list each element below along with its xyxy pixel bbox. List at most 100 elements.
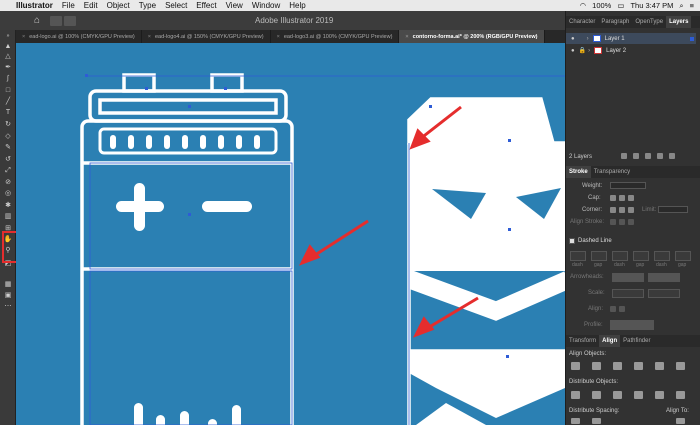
locate-object-icon[interactable] — [621, 153, 627, 159]
dash-field[interactable] — [654, 251, 670, 261]
horizontal-align-center-icon[interactable] — [592, 362, 601, 370]
new-layer-icon[interactable] — [657, 153, 663, 159]
dashed-line-checkbox[interactable] — [569, 238, 575, 244]
battery-slot[interactable] — [110, 135, 116, 149]
distribute-hspace-icon[interactable] — [592, 418, 601, 424]
drawing-mode-icon[interactable]: ▦ — [3, 280, 13, 289]
workspace-switcher[interactable] — [50, 15, 77, 26]
round-join-icon[interactable] — [619, 207, 625, 213]
vertical-align-bottom-icon[interactable] — [676, 362, 685, 370]
anchor-point[interactable] — [429, 105, 432, 108]
battery-slot[interactable] — [254, 135, 260, 149]
tab-opentype[interactable]: OpenType — [632, 16, 666, 28]
anchor-point[interactable] — [85, 74, 88, 77]
touch-type-icon[interactable]: ↻ — [3, 120, 13, 129]
menu-window[interactable]: Window — [252, 1, 280, 10]
menu-effect[interactable]: Effect — [196, 1, 216, 10]
align-stroke-center-icon[interactable] — [610, 219, 616, 225]
close-icon[interactable]: × — [277, 34, 280, 40]
plus-sign-vertical[interactable] — [134, 183, 145, 231]
expand-arrow-icon[interactable]: › — [587, 36, 589, 42]
menu-object[interactable]: Object — [107, 1, 130, 10]
screen-mode-icon[interactable]: ▣ — [3, 291, 13, 300]
gap-field[interactable] — [591, 251, 607, 261]
arrowhead-end-select[interactable] — [648, 273, 680, 282]
battery-level-bar[interactable] — [208, 419, 217, 425]
battery-level-bar[interactable] — [134, 403, 143, 425]
menu-list-icon[interactable]: ≡ — [690, 1, 694, 10]
type-tool-icon[interactable]: T — [3, 108, 13, 117]
menu-type[interactable]: Type — [139, 1, 156, 10]
layer-row-1[interactable]: ● › Layer 1 — [566, 33, 696, 44]
anchor-point[interactable] — [188, 105, 191, 108]
distribute-vspace-icon[interactable] — [571, 418, 580, 424]
tab-align[interactable]: Align — [599, 335, 621, 347]
more-tools-icon[interactable]: ⋯ — [3, 302, 13, 311]
search-icon[interactable]: ⌕ — [679, 1, 683, 11]
menu-file[interactable]: File — [62, 1, 75, 10]
eraser-tool-icon[interactable]: ◇ — [3, 132, 13, 141]
tab-ead-logo3[interactable]: × ead-logo3.ai @ 100% (CMYK/GPU Preview) — [271, 30, 400, 43]
anchor-point[interactable] — [506, 355, 509, 358]
symbol-sprayer-icon[interactable]: ✱ — [3, 201, 13, 210]
butt-cap-icon[interactable] — [610, 195, 616, 201]
pen-tool-icon[interactable]: ✒ — [3, 63, 13, 72]
distribute-hcenter-icon[interactable] — [655, 391, 664, 399]
square-cap-icon[interactable] — [628, 195, 634, 201]
anchor-point[interactable] — [508, 139, 511, 142]
battery-body[interactable] — [80, 119, 294, 425]
clock[interactable]: Thu 3:47 PM — [630, 1, 673, 10]
gap-field[interactable] — [633, 251, 649, 261]
menu-help[interactable]: Help — [289, 1, 305, 10]
graph-tool-icon[interactable]: ▥ — [3, 212, 13, 221]
dash-field[interactable] — [612, 251, 628, 261]
distribute-vcenter-icon[interactable] — [592, 391, 601, 399]
tab-ead-logo4[interactable]: × ead-logo4.ai @ 150% (CMYK/GPU Preview) — [142, 30, 271, 43]
align-to-select-icon[interactable] — [676, 418, 685, 424]
close-icon[interactable]: × — [405, 34, 408, 40]
battery-slot[interactable] — [182, 135, 188, 149]
distribute-right-icon[interactable] — [676, 391, 685, 399]
lock-icon[interactable]: 🔒 — [579, 47, 586, 54]
selection-tool-icon[interactable]: ▲ — [3, 42, 13, 51]
panel-collapse-icon[interactable]: » — [3, 32, 13, 41]
cat-belly-fill[interactable] — [409, 351, 565, 418]
tab-character[interactable]: Character — [566, 16, 598, 28]
align-stroke-outside-icon[interactable] — [628, 219, 634, 225]
rotate-tool-icon[interactable]: ↺ — [3, 155, 13, 164]
expand-arrow-icon[interactable]: › — [588, 48, 590, 54]
clipping-mask-icon[interactable] — [633, 153, 639, 159]
close-icon[interactable]: × — [22, 34, 25, 40]
horizontal-align-right-icon[interactable] — [613, 362, 622, 370]
artboard-canvas[interactable] — [16, 43, 565, 425]
tab-contorno-forma[interactable]: × contorno-forma.ai* @ 200% (RGB/GPU Prev… — [399, 30, 545, 43]
eye-icon[interactable]: ● — [571, 36, 575, 42]
battery-slot[interactable] — [146, 135, 152, 149]
menu-view[interactable]: View — [226, 1, 243, 10]
direct-selection-tool-icon[interactable]: △ — [3, 52, 13, 61]
new-sublayer-icon[interactable] — [645, 153, 651, 159]
vertical-align-center-icon[interactable] — [655, 362, 664, 370]
delete-layer-icon[interactable] — [669, 153, 675, 159]
battery-slot[interactable] — [218, 135, 224, 149]
blend-tool-icon[interactable]: ◎ — [3, 189, 13, 198]
distribute-left-icon[interactable] — [634, 391, 643, 399]
battery-slot[interactable] — [128, 135, 134, 149]
arrow-scale-start-field[interactable] — [612, 289, 644, 298]
anchor-point[interactable] — [224, 87, 227, 90]
distribute-top-icon[interactable] — [571, 391, 580, 399]
battery-slot[interactable] — [164, 135, 170, 149]
align-stroke-inside-icon[interactable] — [619, 219, 625, 225]
tab-layers[interactable]: Layers — [666, 16, 692, 28]
anchor-point[interactable] — [188, 213, 191, 216]
line-tool-icon[interactable]: ╱ — [3, 97, 13, 106]
miter-join-icon[interactable] — [610, 207, 616, 213]
tab-pathfinder[interactable]: Pathfinder — [620, 335, 653, 347]
battery-level-bar[interactable] — [156, 415, 165, 425]
battery-level-bar[interactable] — [232, 405, 241, 425]
layer-name[interactable]: Layer 2 — [606, 48, 626, 54]
home-icon[interactable]: ⌂ — [34, 15, 40, 26]
layer-row-2[interactable]: ● 🔒 › Layer 2 — [566, 45, 696, 56]
layer-name[interactable]: Layer 1 — [605, 36, 625, 42]
battery-terminal-left[interactable] — [122, 73, 156, 93]
